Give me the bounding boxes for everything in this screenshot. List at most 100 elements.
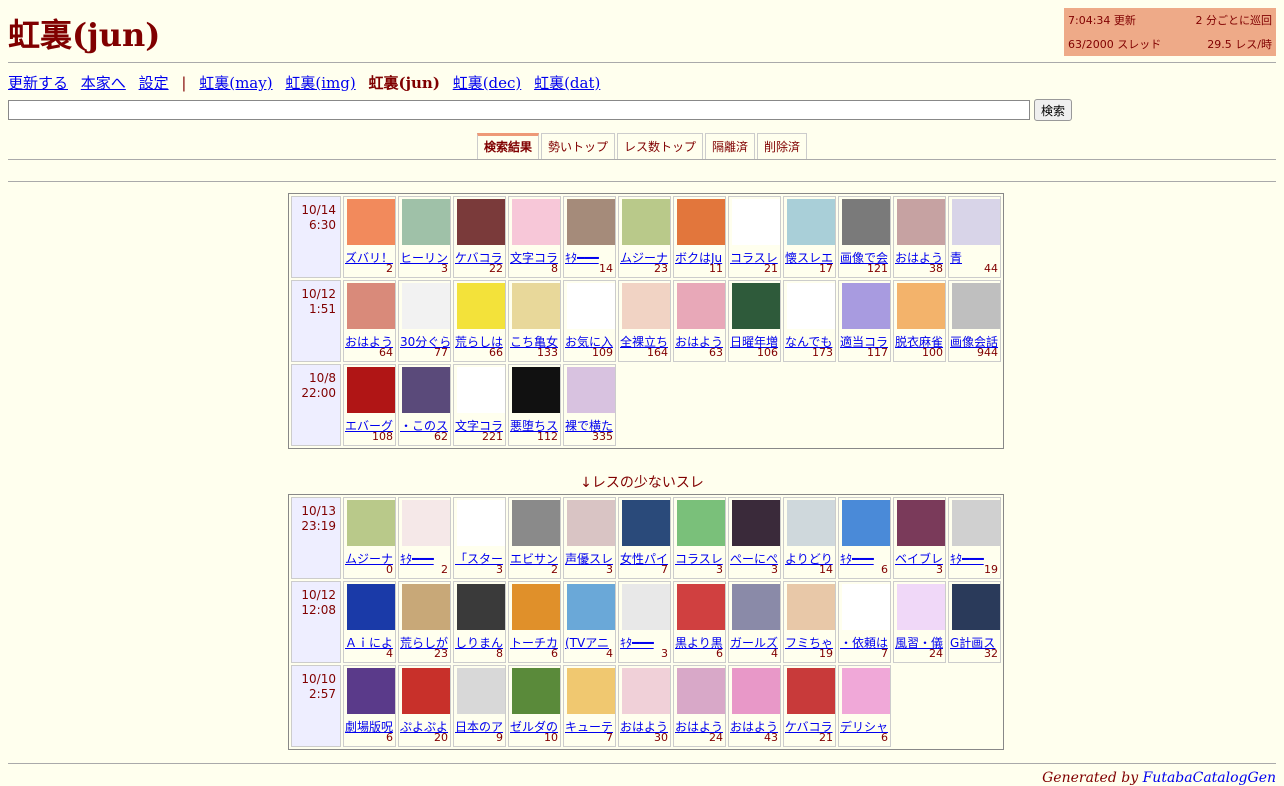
thread-thumbnail[interactable] xyxy=(401,583,450,631)
thread-thumbnail[interactable] xyxy=(346,667,395,715)
thread-thumbnail[interactable] xyxy=(401,366,450,414)
board-may-link[interactable]: 虹裏(may) xyxy=(199,74,272,92)
thread-cell[interactable]: ボクはJu 11 xyxy=(673,196,726,278)
thread-cell[interactable]: ・依頼は 7 xyxy=(838,581,891,663)
thread-cell[interactable]: なんでも 173 xyxy=(783,280,836,362)
thread-cell[interactable]: 裸で横た 335 xyxy=(563,364,616,446)
thread-cell[interactable]: おはよう 24 xyxy=(673,665,726,747)
thread-cell[interactable]: コラスレ 3 xyxy=(673,497,726,579)
thread-thumbnail[interactable] xyxy=(786,667,835,715)
board-dec-link[interactable]: 虹裏(dec) xyxy=(453,74,522,92)
thread-thumbnail[interactable] xyxy=(456,366,505,414)
thread-thumbnail[interactable] xyxy=(731,667,780,715)
thread-thumbnail[interactable] xyxy=(566,366,615,414)
thread-cell[interactable]: エビサン 2 xyxy=(508,497,561,579)
thread-thumbnail[interactable] xyxy=(676,583,725,631)
thread-thumbnail[interactable] xyxy=(731,499,780,547)
thread-thumbnail[interactable] xyxy=(401,667,450,715)
thread-cell[interactable]: (TVアニ 4 xyxy=(563,581,616,663)
thread-cell[interactable]: お気に入 109 xyxy=(563,280,616,362)
thread-cell[interactable]: エバーグ 108 xyxy=(343,364,396,446)
thread-cell[interactable]: 女性パイ 7 xyxy=(618,497,671,579)
thread-cell[interactable]: ぷよぷよ 20 xyxy=(398,665,451,747)
thread-thumbnail[interactable] xyxy=(621,667,670,715)
thread-cell[interactable]: おはよう 64 xyxy=(343,280,396,362)
thread-thumbnail[interactable] xyxy=(951,499,1000,547)
thread-cell[interactable]: ベイブレ 3 xyxy=(893,497,946,579)
thread-thumbnail[interactable] xyxy=(676,667,725,715)
thread-thumbnail[interactable] xyxy=(731,198,780,246)
search-button[interactable]: 検索 xyxy=(1034,99,1073,121)
thread-cell[interactable]: デリシャ 6 xyxy=(838,665,891,747)
thread-cell[interactable]: こち亀女 133 xyxy=(508,280,561,362)
thread-thumbnail[interactable] xyxy=(951,198,1000,246)
tab-search-results[interactable]: 検索結果 xyxy=(476,133,539,159)
thread-cell[interactable]: しりまん 8 xyxy=(453,581,506,663)
tab-deleted[interactable]: 削除済 xyxy=(757,133,808,159)
home-link[interactable]: 本家へ xyxy=(81,74,126,92)
thread-thumbnail[interactable] xyxy=(566,198,615,246)
thread-thumbnail[interactable] xyxy=(511,499,560,547)
thread-cell[interactable]: キューテ 7 xyxy=(563,665,616,747)
thread-thumbnail[interactable] xyxy=(621,282,670,330)
thread-thumbnail[interactable] xyxy=(346,583,395,631)
settings-link[interactable]: 設定 xyxy=(139,74,169,92)
thread-thumbnail[interactable] xyxy=(621,583,670,631)
thread-thumbnail[interactable] xyxy=(511,667,560,715)
tab-isolated[interactable]: 隔離済 xyxy=(705,133,756,159)
thread-cell[interactable]: 画像会話 944 xyxy=(948,280,1001,362)
thread-cell[interactable]: ゼルダの 10 xyxy=(508,665,561,747)
thread-cell[interactable]: ぺーにぺ 3 xyxy=(728,497,781,579)
thread-thumbnail[interactable] xyxy=(566,499,615,547)
thread-cell[interactable]: ムジーナ 23 xyxy=(618,196,671,278)
thread-thumbnail[interactable] xyxy=(456,583,505,631)
thread-cell[interactable]: Ａｉによ 4 xyxy=(343,581,396,663)
thread-thumbnail[interactable] xyxy=(566,583,615,631)
board-img-link[interactable]: 虹裏(img) xyxy=(285,74,355,92)
thread-cell[interactable]: 青 44 xyxy=(948,196,1001,278)
thread-thumbnail[interactable] xyxy=(511,583,560,631)
thread-thumbnail[interactable] xyxy=(786,583,835,631)
thread-cell[interactable]: よりどり 14 xyxy=(783,497,836,579)
thread-thumbnail[interactable] xyxy=(676,198,725,246)
thread-thumbnail[interactable] xyxy=(346,499,395,547)
thread-cell[interactable]: ガールズ 4 xyxy=(728,581,781,663)
thread-cell[interactable]: 文字コラ 8 xyxy=(508,196,561,278)
thread-cell[interactable]: 文字コラ 221 xyxy=(453,364,506,446)
thread-cell[interactable]: 荒らしが 23 xyxy=(398,581,451,663)
thread-cell[interactable]: 「スター 3 xyxy=(453,497,506,579)
thread-cell[interactable]: おはよう 30 xyxy=(618,665,671,747)
refresh-link[interactable]: 更新する xyxy=(8,74,68,92)
thread-cell[interactable]: ケバコラ 22 xyxy=(453,196,506,278)
thread-thumbnail[interactable] xyxy=(786,282,835,330)
thread-thumbnail[interactable] xyxy=(896,583,945,631)
thread-cell[interactable]: ケバコラ 21 xyxy=(783,665,836,747)
thread-cell[interactable]: 日本のア 9 xyxy=(453,665,506,747)
thread-cell[interactable]: 全裸立ち 164 xyxy=(618,280,671,362)
thread-thumbnail[interactable] xyxy=(786,499,835,547)
thread-thumbnail[interactable] xyxy=(511,282,560,330)
thread-cell[interactable]: ｷﾀ━━━ 2 xyxy=(398,497,451,579)
board-dat-link[interactable]: 虹裏(dat) xyxy=(534,74,600,92)
thread-cell[interactable]: 画像で会 121 xyxy=(838,196,891,278)
thread-cell[interactable]: 適当コラ 117 xyxy=(838,280,891,362)
thread-cell[interactable]: ヒーリン 3 xyxy=(398,196,451,278)
thread-thumbnail[interactable] xyxy=(896,282,945,330)
thread-thumbnail[interactable] xyxy=(511,366,560,414)
thread-thumbnail[interactable] xyxy=(621,198,670,246)
thread-thumbnail[interactable] xyxy=(346,198,395,246)
thread-thumbnail[interactable] xyxy=(841,499,890,547)
thread-thumbnail[interactable] xyxy=(841,583,890,631)
thread-thumbnail[interactable] xyxy=(951,583,1000,631)
thread-cell[interactable]: 30分ぐら 77 xyxy=(398,280,451,362)
thread-cell[interactable]: G計画ス 32 xyxy=(948,581,1001,663)
thread-cell[interactable]: トーチカ 6 xyxy=(508,581,561,663)
thread-thumbnail[interactable] xyxy=(511,198,560,246)
thread-cell[interactable]: ズバリ！ 2 xyxy=(343,196,396,278)
thread-cell[interactable]: 悪堕ちス 112 xyxy=(508,364,561,446)
thread-cell[interactable]: ・このス 62 xyxy=(398,364,451,446)
thread-cell[interactable]: ｷﾀ━━━ 3 xyxy=(618,581,671,663)
tab-momentum-top[interactable]: 勢いトップ xyxy=(540,133,615,159)
thread-cell[interactable]: ｷﾀ━━━ 19 xyxy=(948,497,1001,579)
thread-thumbnail[interactable] xyxy=(401,499,450,547)
